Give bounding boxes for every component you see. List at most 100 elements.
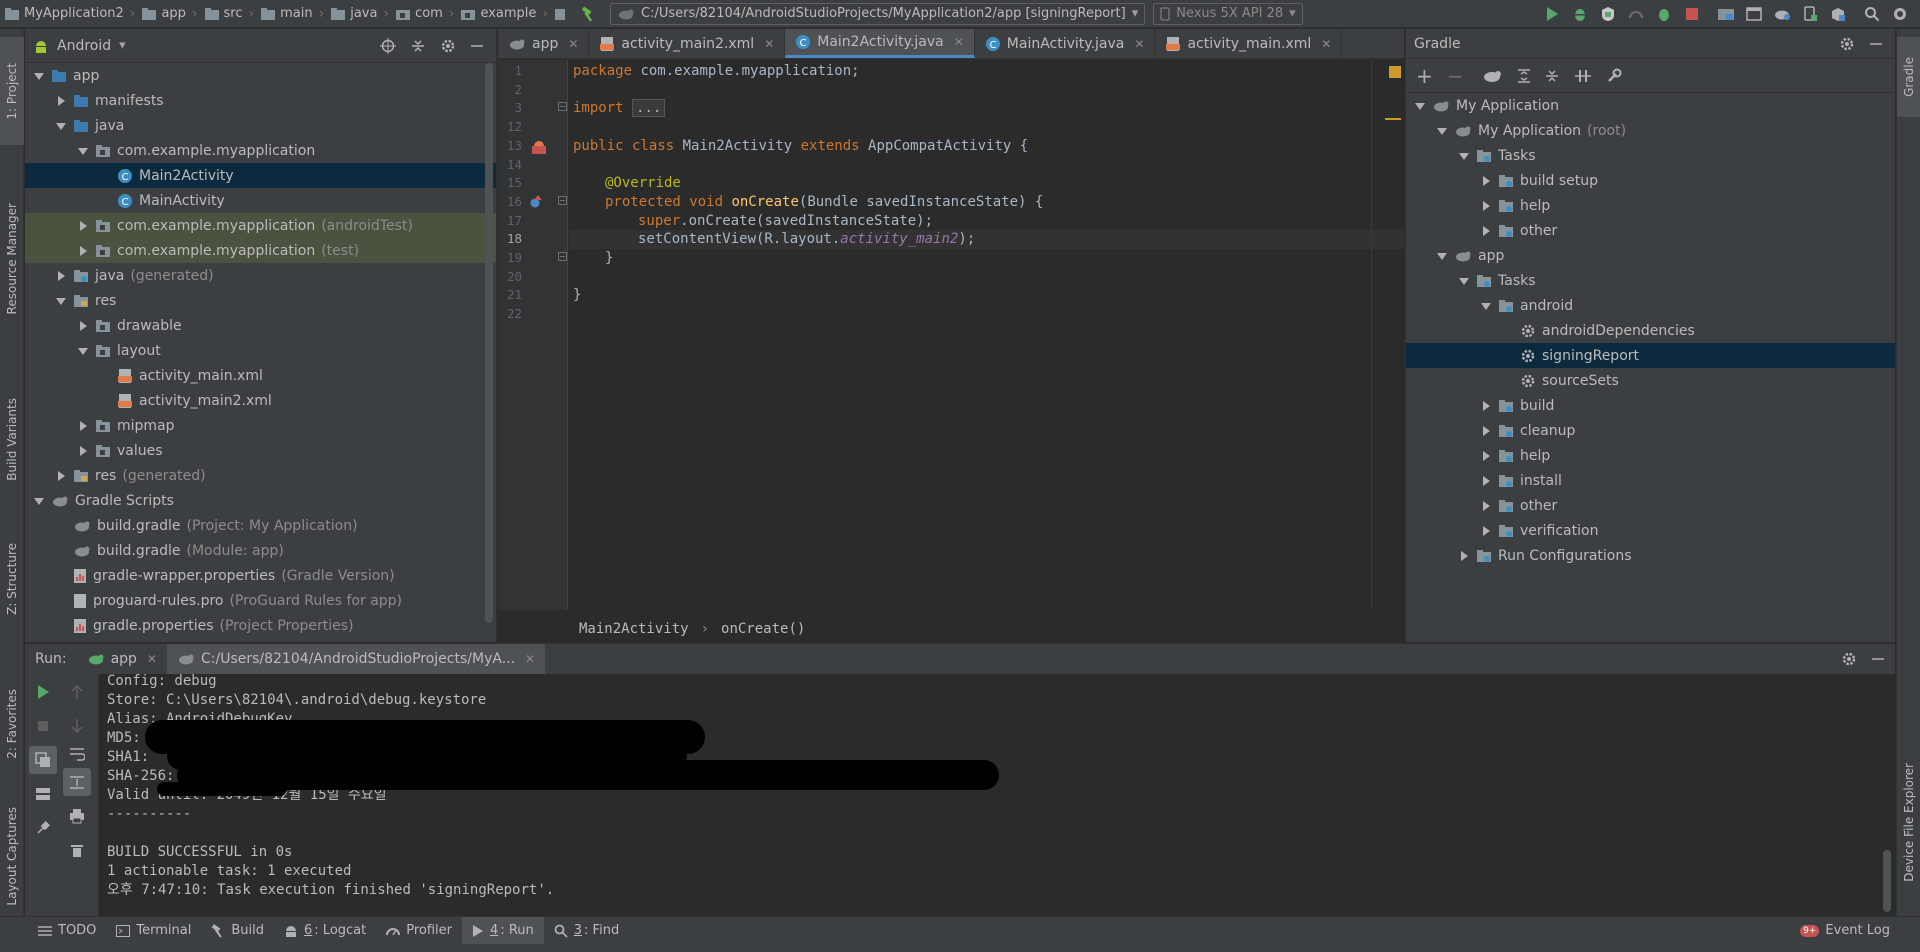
tool-profiler[interactable]: Profiler <box>376 917 462 945</box>
console-scrollbar[interactable] <box>1883 850 1891 912</box>
project-tree-item[interactable]: gradle.properties (Project Properties) <box>25 613 496 638</box>
project-tree-item[interactable]: build.gradle (Project: My Application) <box>25 513 496 538</box>
minimize-icon[interactable] <box>470 39 484 53</box>
chevron-right-icon[interactable] <box>1480 425 1492 437</box>
elephant-refresh-icon[interactable] <box>1482 68 1502 84</box>
tool-find[interactable]: 3: Find <box>544 917 629 945</box>
tool-terminal[interactable]: Terminal <box>106 917 201 945</box>
project-tree-item[interactable]: mipmap <box>25 413 496 438</box>
wrench-icon[interactable] <box>1606 68 1622 84</box>
close-icon[interactable]: ✕ <box>954 35 964 49</box>
profile-button[interactable] <box>1622 0 1650 28</box>
tab-layout-captures[interactable]: Layout Captures <box>0 799 24 914</box>
crumb-example[interactable]: example <box>456 0 540 28</box>
crumb-java[interactable]: java <box>326 0 381 28</box>
gradle-tree-item[interactable]: android <box>1406 293 1895 318</box>
debug-button[interactable] <box>1566 0 1594 28</box>
run-configuration-select[interactable]: C:/Users/82104/AndroidStudioProjects/MyA… <box>610 2 1146 25</box>
tool-event-log[interactable]: 9+ Event Log <box>1790 917 1900 945</box>
gradle-tree-item[interactable]: build <box>1406 393 1895 418</box>
chevron-right-icon[interactable] <box>1480 475 1492 487</box>
chevron-right-icon[interactable] <box>1480 200 1492 212</box>
pin-tab-button[interactable] <box>29 814 57 842</box>
gradle-tree-item[interactable]: verification <box>1406 518 1895 543</box>
gradle-tree-item[interactable]: androidDependencies <box>1406 318 1895 343</box>
gradle-tree-item[interactable]: cleanup <box>1406 418 1895 443</box>
gradle-tree-item[interactable]: sourceSets <box>1406 368 1895 393</box>
tab-main2activity-java[interactable]: C Main2Activity.java ✕ <box>785 29 975 58</box>
project-tree-item[interactable]: gradle-wrapper.properties (Gradle Version… <box>25 563 496 588</box>
gradle-tree-item[interactable]: help <box>1406 193 1895 218</box>
chevron-down-icon[interactable] <box>33 70 45 82</box>
device-manager-button[interactable] <box>1796 0 1824 28</box>
locate-icon[interactable] <box>380 37 396 54</box>
crumb-com[interactable]: com <box>391 0 447 28</box>
tab-activity-main2-xml[interactable]: activity_main2.xml ✕ <box>589 29 786 58</box>
chevron-down-icon[interactable] <box>33 495 45 507</box>
clear-all-button[interactable] <box>63 836 91 864</box>
gear-icon[interactable] <box>440 38 456 54</box>
project-tree-item[interactable]: com.example.myapplication <box>25 138 496 163</box>
stop-button[interactable] <box>1678 0 1706 28</box>
project-tree-item[interactable]: java <box>25 113 496 138</box>
chevron-down-icon[interactable] <box>55 120 67 132</box>
close-icon[interactable]: ✕ <box>525 652 535 666</box>
gradle-tree-item[interactable]: other <box>1406 493 1895 518</box>
fold-icon[interactable] <box>558 102 568 112</box>
tab-build-variants[interactable]: Build Variants <box>0 379 24 499</box>
warning-stripe[interactable] <box>1385 118 1401 120</box>
close-icon[interactable]: ✕ <box>1134 37 1144 51</box>
override-gutter-icon[interactable] <box>528 194 544 210</box>
close-icon[interactable]: ✕ <box>764 37 774 51</box>
tool-todo[interactable]: TODO <box>28 917 106 945</box>
device-select[interactable]: Nexus 5X API 28 ▾ <box>1153 2 1303 25</box>
chevron-right-icon[interactable] <box>1480 400 1492 412</box>
close-icon[interactable]: ✕ <box>147 652 157 666</box>
tab-project[interactable]: 1: Project <box>0 37 24 145</box>
gradle-tree-item[interactable]: signingReport <box>1406 343 1895 368</box>
crumb-main[interactable]: main <box>256 0 316 28</box>
chevron-down-icon[interactable] <box>1436 125 1448 137</box>
tab-gradle[interactable]: Gradle <box>1897 37 1920 117</box>
chevron-down-icon[interactable] <box>1436 250 1448 262</box>
code-editor[interactable]: package com.example.myapplication; impor… <box>569 60 1404 610</box>
chevron-right-icon[interactable] <box>77 320 89 332</box>
project-tree-item[interactable]: app <box>25 63 496 88</box>
layout-button[interactable] <box>29 780 57 808</box>
rerun-button[interactable] <box>29 678 57 706</box>
project-tree-item[interactable]: java (generated) <box>25 263 496 288</box>
collapse-all-icon[interactable] <box>1544 68 1560 84</box>
scroll-down-button[interactable] <box>63 712 91 740</box>
soft-wrap-button[interactable] <box>63 740 91 768</box>
chevron-down-icon[interactable] <box>1458 275 1470 287</box>
breadcrumb-method[interactable]: onCreate() <box>721 621 805 637</box>
folded-imports[interactable]: ... <box>632 99 666 118</box>
project-scrollbar[interactable] <box>485 63 493 623</box>
tab-mainactivity-java[interactable]: C MainActivity.java ✕ <box>975 29 1156 58</box>
gradle-tree-item[interactable]: other <box>1406 218 1895 243</box>
search-everywhere-button[interactable] <box>1858 0 1886 28</box>
project-tree-item[interactable]: build.gradle (Module: app) <box>25 538 496 563</box>
fold-icon[interactable] <box>558 196 568 206</box>
run-tab-app[interactable]: app ✕ <box>77 644 167 674</box>
plus-icon[interactable]: + <box>1416 64 1433 88</box>
tab-structure[interactable]: Z: Structure <box>0 529 24 629</box>
restore-layout-button[interactable] <box>29 746 57 774</box>
tool-run[interactable]: 4: Run <box>462 916 544 945</box>
chevron-right-icon[interactable] <box>1480 450 1492 462</box>
package-icon[interactable] <box>554 7 566 21</box>
gear-icon[interactable] <box>1839 36 1855 52</box>
project-tree-item[interactable]: proguard-rules.pro (ProGuard Rules for ap… <box>25 588 496 613</box>
project-tree-item[interactable]: C MainActivity <box>25 188 496 213</box>
view-mode-select[interactable]: Android <box>57 38 111 54</box>
chevron-right-icon[interactable] <box>1458 550 1470 562</box>
gradle-tree-item[interactable]: Tasks <box>1406 268 1895 293</box>
project-tree-item[interactable]: layout <box>25 338 496 363</box>
make-project-button[interactable] <box>574 0 602 28</box>
sdk-manager-button[interactable] <box>1824 0 1852 28</box>
warning-indicator[interactable] <box>1389 66 1401 78</box>
collapse-all-icon[interactable] <box>410 38 426 54</box>
gradle-tree-item[interactable]: My Application (root) <box>1406 118 1895 143</box>
tab-device-file-explorer[interactable]: Device File Explorer <box>1897 737 1920 907</box>
gradle-tree-item[interactable]: Tasks <box>1406 143 1895 168</box>
